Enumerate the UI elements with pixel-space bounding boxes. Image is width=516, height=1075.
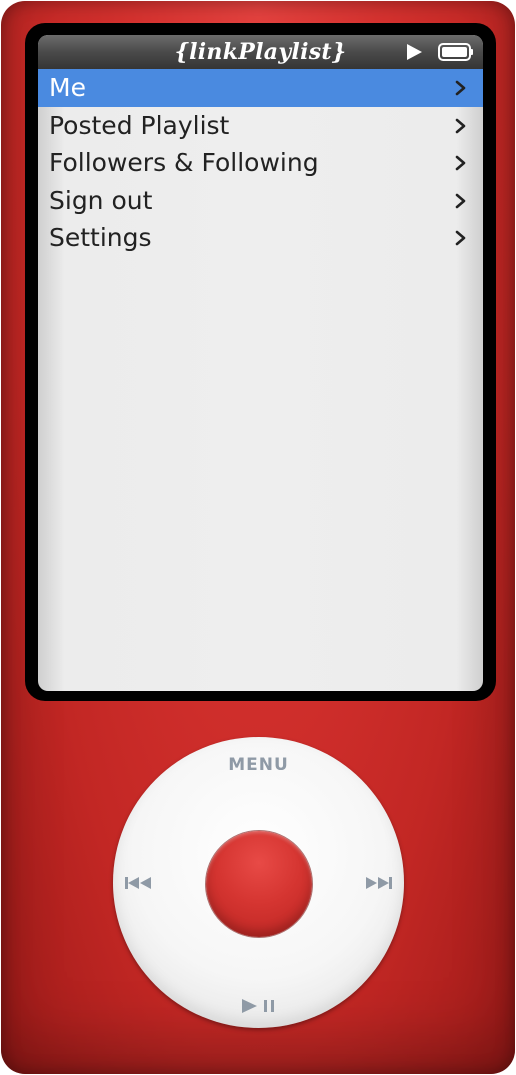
menu-item-label: Settings [49,223,152,252]
menu-item-posted-playlist[interactable]: Posted Playlist [38,107,483,145]
play-pause-icon[interactable] [241,998,277,1014]
menu-button[interactable]: MENU [113,755,404,775]
next-track-icon[interactable] [365,876,393,890]
menu-item-settings[interactable]: Settings [38,219,483,257]
chevron-right-icon [455,118,466,133]
play-icon [407,44,422,60]
menu-item-followers-following[interactable]: Followers & Following [38,144,483,182]
center-select-button[interactable] [206,831,312,937]
menu-item-label: Posted Playlist [49,110,230,140]
menu-item-label: Followers & Following [49,148,319,177]
menu-item-label: Me [49,73,86,102]
menu-item-sign-out[interactable]: Sign out [38,182,483,220]
click-wheel[interactable]: MENU [113,737,404,1028]
battery-icon [438,43,473,61]
menu-list: Me Posted Playlist Followers & Following [38,69,483,257]
title-bar: {linkPlaylist} [38,35,483,69]
chevron-right-icon [455,155,466,171]
chevron-right-icon [455,80,466,96]
screen: {linkPlaylist} Me Posted Playlist Follow… [38,35,483,691]
menu-item-label: Sign out [49,185,153,215]
menu-item-me[interactable]: Me [38,69,483,107]
chevron-right-icon [455,230,466,246]
chevron-right-icon [455,193,466,208]
ipod-device: {linkPlaylist} Me Posted Playlist Follow… [1,1,515,1074]
screen-bezel: {linkPlaylist} Me Posted Playlist Follow… [25,23,496,701]
previous-track-icon[interactable] [124,876,152,890]
